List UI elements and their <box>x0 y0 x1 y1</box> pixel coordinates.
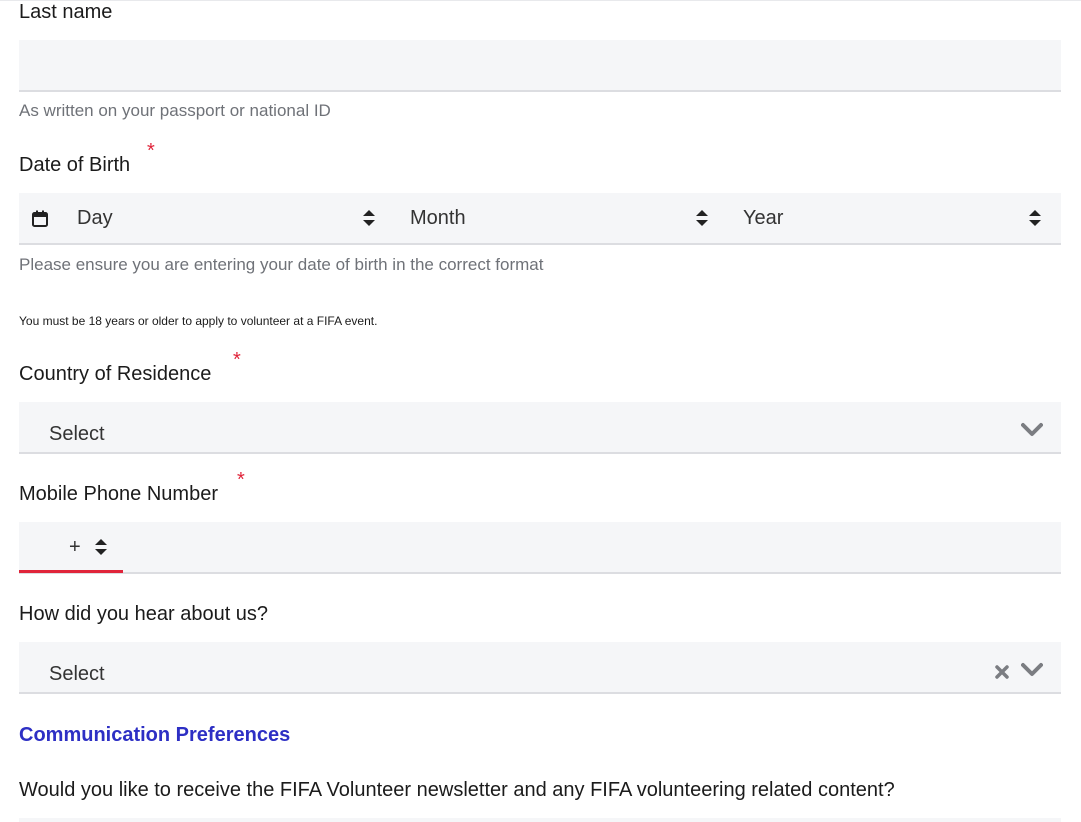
country-label: Country of Residence <box>19 363 212 385</box>
country-select[interactable]: Select <box>19 402 1061 454</box>
country-required-mark: * <box>233 349 241 371</box>
phone-field: + <box>19 522 1061 574</box>
dob-help: Please ensure you are entering your date… <box>19 255 544 274</box>
phone-label: Mobile Phone Number <box>19 483 218 505</box>
dob-day-select[interactable]: Day <box>59 193 389 243</box>
dob-day-placeholder: Day <box>77 207 113 229</box>
age-requirement-note: You must be 18 years or older to apply t… <box>19 314 378 328</box>
country-code-select[interactable]: + <box>19 522 123 572</box>
sort-icon <box>696 210 708 226</box>
dob-month-placeholder: Month <box>410 207 466 229</box>
chevron-down-icon <box>1021 423 1043 436</box>
communication-preferences-heading: Communication Preferences <box>19 724 291 746</box>
hear-about-select[interactable]: Select <box>19 642 1061 694</box>
phone-number-input[interactable] <box>123 522 1059 572</box>
dob-month-select[interactable]: Month <box>392 193 722 243</box>
last-name-help: As written on your passport or national … <box>19 101 331 120</box>
top-divider <box>0 0 1081 1</box>
sort-icon <box>95 539 107 555</box>
clear-icon[interactable] <box>994 664 1010 680</box>
phone-required-mark: * <box>237 469 245 491</box>
last-name-label: Last name <box>19 1 113 23</box>
dob-label: Date of Birth <box>19 154 131 176</box>
dob-field-group: Day Month Year <box>19 193 1061 245</box>
calendar-icon <box>32 210 48 227</box>
country-selected-value: Select <box>49 423 105 445</box>
dob-year-select[interactable]: Year <box>725 193 1059 243</box>
newsletter-question: Would you like to receive the FIFA Volun… <box>19 779 895 801</box>
next-field-edge <box>19 818 1061 822</box>
hear-about-selected-value: Select <box>49 663 105 685</box>
chevron-down-icon <box>1021 663 1043 676</box>
dob-required-mark: * <box>147 140 155 162</box>
hear-about-label: How did you hear about us? <box>19 603 269 625</box>
country-code-error-underline <box>19 570 123 573</box>
dob-year-placeholder: Year <box>743 207 784 229</box>
last-name-input[interactable] <box>19 40 1061 92</box>
country-code-prefix: + <box>69 536 81 558</box>
sort-icon <box>363 210 375 226</box>
sort-icon <box>1029 210 1041 226</box>
